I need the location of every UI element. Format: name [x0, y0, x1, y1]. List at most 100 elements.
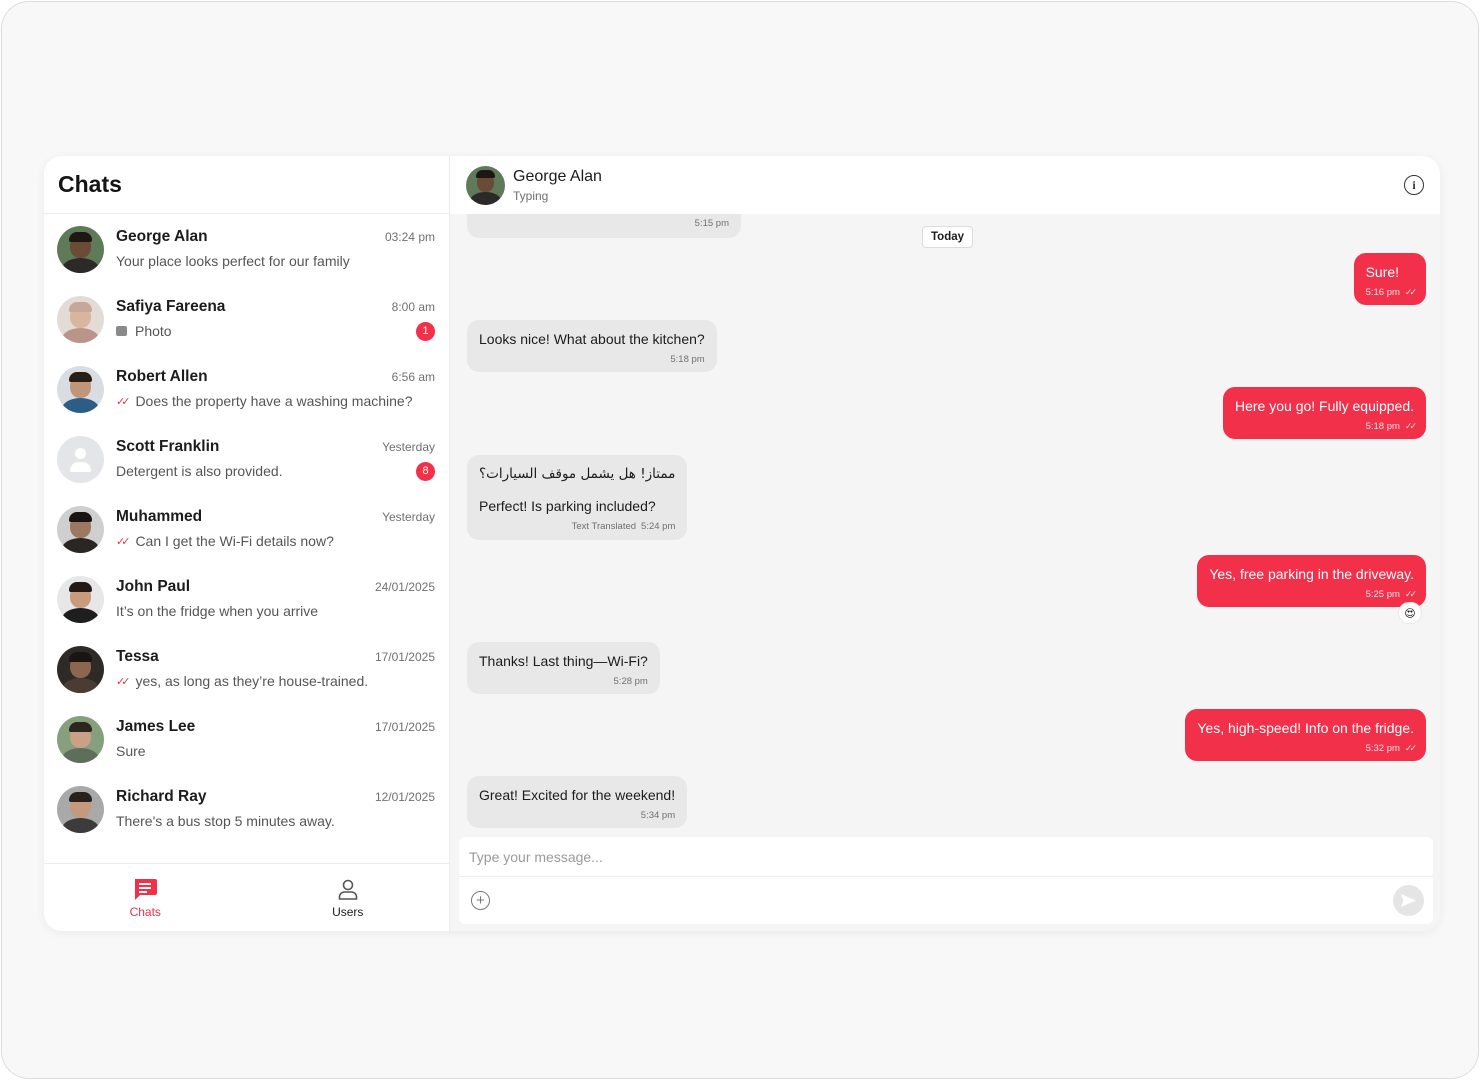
- outgoing-message[interactable]: Here you go! Fully equipped. 5:18 pm ✓✓: [1223, 387, 1426, 439]
- avatar-placeholder-head: [75, 447, 86, 459]
- chat-bottom-row: ✓✓ yes, as long as they’re house-trained.: [116, 672, 435, 690]
- message-list[interactable]: Today 5:15 pm Sure! 5:16 pm ✓✓ Looks nice! W…: [450, 214, 1440, 836]
- nav-chats-label: Chats: [129, 904, 161, 919]
- avatar-shoulders: [62, 607, 99, 623]
- avatar: [57, 365, 104, 413]
- message-reaction[interactable]: 😍: [1398, 602, 1422, 624]
- plus-circle-icon[interactable]: +: [471, 891, 490, 910]
- chat-time: 17/01/2025: [374, 720, 435, 734]
- chat-preview-row: Photo: [116, 323, 172, 339]
- message-input[interactable]: [459, 837, 1433, 877]
- chat-top-row: John Paul 24/01/2025: [116, 578, 435, 596]
- info-icon[interactable]: i: [1404, 175, 1424, 195]
- message-time: 5:24 pm: [641, 521, 676, 532]
- message-text: Great! Excited for the weekend!: [479, 787, 676, 803]
- chat-top-row: Robert Allen 6:56 am: [116, 368, 435, 386]
- outgoing-message[interactable]: Sure! 5:16 pm ✓✓: [1353, 253, 1426, 305]
- avatar-hair: [69, 231, 92, 242]
- incoming-message[interactable]: ممتاز! هل يشمل موقف السيارات؟ Perfect! Is…: [467, 455, 688, 540]
- chat-name: Safiya Fareena: [116, 298, 226, 315]
- avatar: [57, 645, 104, 693]
- avatar-hair: [476, 169, 495, 178]
- avatar: [57, 225, 104, 273]
- outgoing-message[interactable]: Yes, high-speed! Info on the fridge. 5:32…: [1185, 709, 1426, 761]
- chat-time: 03:24 pm: [384, 230, 435, 244]
- unread-badge: 1: [416, 321, 435, 341]
- conversation-header: George Alan Typing i: [450, 156, 1440, 214]
- chat-time: 24/01/2025: [374, 580, 435, 594]
- chat-bottom-row: It’s on the fridge when you arrive: [116, 602, 435, 620]
- avatar-hair: [69, 651, 92, 662]
- chat-bottom-row: ✓✓ Can I get the Wi-Fi details now?: [116, 532, 435, 550]
- chat-preview-row: It’s on the fridge when you arrive: [116, 603, 318, 619]
- nav-users-label: Users: [332, 904, 364, 919]
- chat-list[interactable]: George Alan 03:24 pm Your place looks pe…: [44, 214, 449, 862]
- message-text: Sure!: [1365, 264, 1400, 280]
- message-meta: 5:34 pm: [479, 810, 675, 821]
- conversation-panel: George Alan Typing i Today 5:15 pm Sure! 5…: [450, 156, 1440, 931]
- chat-top-row: James Lee 17/01/2025: [116, 718, 435, 736]
- avatar-shoulders: [470, 191, 501, 205]
- avatar-hair: [69, 371, 92, 382]
- chat-bottom-row: Sure: [116, 742, 435, 760]
- translated-label: Text Translated: [571, 521, 637, 532]
- chat-list-item[interactable]: Tessa 17/01/2025 ✓✓ yes, as long as they’…: [44, 634, 449, 704]
- chat-top-row: Tessa 17/01/2025: [116, 648, 435, 666]
- avatar: [57, 785, 104, 833]
- chat-name: Muhammed: [116, 508, 203, 525]
- double-check-icon: ✓✓: [116, 535, 131, 548]
- chat-list-item[interactable]: Robert Allen 6:56 am ✓✓ Does the property…: [44, 354, 449, 424]
- chat-list-item[interactable]: John Paul 24/01/2025 It’s on the fridge …: [44, 564, 449, 634]
- send-icon[interactable]: [1393, 885, 1424, 916]
- chat-body: Scott Franklin Yesterday Detergent is al…: [116, 438, 435, 481]
- message-time: 5:15 pm: [694, 218, 729, 229]
- double-check-icon: ✓✓: [1404, 421, 1417, 431]
- message-meta: 5:28 pm: [479, 676, 648, 687]
- message-time: 5:34 pm: [640, 810, 676, 821]
- avatar-placeholder-body: [70, 461, 91, 472]
- chat-list-item[interactable]: James Lee 17/01/2025 Sure: [44, 704, 449, 774]
- incoming-message[interactable]: Thanks! Last thing—Wi-Fi? 5:28 pm: [467, 642, 660, 694]
- message-meta: 5:32 pm ✓✓: [1197, 743, 1417, 754]
- chat-list-item[interactable]: Safiya Fareena 8:00 am Photo 1: [44, 284, 449, 354]
- chat-time: 6:56 am: [391, 370, 435, 384]
- incoming-message[interactable]: Great! Excited for the weekend! 5:34 pm: [467, 776, 688, 828]
- double-check-icon: ✓✓: [1404, 743, 1417, 753]
- chat-list-item[interactable]: George Alan 03:24 pm Your place looks pe…: [44, 214, 449, 284]
- conversation-avatar[interactable]: [466, 165, 505, 205]
- chat-list-item[interactable]: Scott Franklin Yesterday Detergent is al…: [44, 424, 449, 494]
- outgoing-message[interactable]: Yes, free parking in the driveway. 5:25 p…: [1197, 555, 1426, 607]
- avatar-hair: [69, 791, 92, 802]
- bottom-nav: Chats Users: [44, 863, 449, 931]
- chat-preview: Detergent is also provided.: [116, 463, 283, 479]
- nav-users-tab[interactable]: Users: [247, 864, 450, 931]
- avatar-hair: [69, 581, 92, 592]
- chat-list-item[interactable]: Muhammed Yesterday ✓✓ Can I get the Wi-Fi…: [44, 494, 449, 564]
- message-time: 5:28 pm: [613, 676, 648, 687]
- chat-list-item[interactable]: Richard Ray 12/01/2025 There's a bus sto…: [44, 774, 449, 844]
- avatar-hair: [69, 301, 92, 312]
- message-time: 5:25 pm: [1365, 589, 1400, 600]
- unread-badge: 8: [416, 461, 435, 481]
- chat-name: Scott Franklin: [116, 438, 220, 455]
- chat-body: James Lee 17/01/2025 Sure: [116, 718, 435, 760]
- incoming-message[interactable]: Looks nice! What about the kitchen? 5:18 …: [467, 320, 717, 372]
- chat-top-row: Muhammed Yesterday: [116, 508, 435, 526]
- message-text: Perfect! Is parking included?: [479, 498, 656, 514]
- avatar-shoulders: [62, 327, 99, 343]
- conversation-name: George Alan: [513, 167, 602, 185]
- nav-chats-tab[interactable]: Chats: [44, 864, 247, 931]
- chat-bottom-row: There's a bus stop 5 minutes away.: [116, 812, 435, 830]
- double-check-icon: ✓✓: [116, 675, 131, 688]
- chat-bottom-row: Photo 1: [116, 321, 435, 341]
- message-meta: 5:16 pm ✓✓: [1366, 287, 1417, 298]
- chat-preview: It’s on the fridge when you arrive: [116, 603, 319, 619]
- chat-body: Muhammed Yesterday ✓✓ Can I get the Wi-Fi…: [116, 508, 435, 550]
- chat-time: Yesterday: [382, 440, 435, 454]
- chat-preview: yes, as long as they’re house-trained.: [135, 673, 369, 689]
- send-arrow-icon: [1401, 894, 1416, 907]
- sidebar-header: Chats: [44, 156, 449, 214]
- incoming-message[interactable]: 5:15 pm: [467, 214, 741, 238]
- avatar-shoulders: [62, 397, 99, 413]
- avatar: [57, 575, 104, 623]
